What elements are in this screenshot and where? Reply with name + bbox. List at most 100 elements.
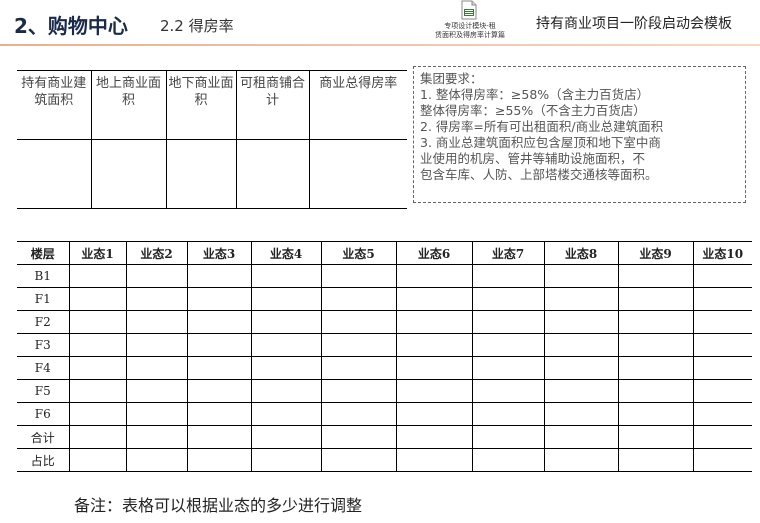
floor-header-cell: 业态10 (692, 241, 752, 265)
floor-value-cell[interactable] (250, 264, 322, 288)
floor-value-cell[interactable] (692, 287, 752, 311)
floor-value-cell[interactable] (186, 310, 252, 334)
floor-value-cell[interactable] (543, 287, 619, 311)
floor-value-cell[interactable] (617, 264, 694, 288)
floor-value-cell[interactable] (186, 356, 252, 380)
floor-value-cell[interactable] (68, 264, 127, 288)
floor-value-cell[interactable] (692, 448, 752, 472)
floor-value-cell[interactable] (543, 264, 619, 288)
floor-value-cell[interactable] (395, 287, 473, 311)
floor-value-cell[interactable] (250, 379, 322, 403)
floor-value-cell[interactable] (125, 402, 188, 426)
floor-value-cell[interactable] (68, 356, 127, 380)
floor-value-cell[interactable] (125, 264, 188, 288)
floor-value-cell[interactable] (320, 310, 397, 334)
floor-value-cell[interactable] (250, 287, 322, 311)
floor-value-cell[interactable] (68, 333, 127, 357)
floor-value-cell[interactable] (395, 264, 473, 288)
floor-value-cell[interactable] (186, 448, 252, 472)
floor-value-cell[interactable] (320, 448, 397, 472)
floor-value-cell[interactable] (471, 264, 545, 288)
floor-value-cell[interactable] (186, 425, 252, 449)
floor-value-cell[interactable] (320, 379, 397, 403)
floor-value-cell[interactable] (617, 356, 694, 380)
floor-value-cell[interactable] (543, 310, 619, 334)
floor-value-cell[interactable] (186, 287, 252, 311)
floor-value-cell[interactable] (186, 402, 252, 426)
table-row: F2 (17, 310, 752, 334)
floor-value-cell[interactable] (617, 425, 694, 449)
floor-value-cell[interactable] (320, 425, 397, 449)
floor-value-cell[interactable] (692, 356, 752, 380)
floor-value-cell[interactable] (68, 448, 127, 472)
floor-value-cell[interactable] (617, 310, 694, 334)
area-value-cell[interactable] (235, 139, 310, 209)
floor-value-cell[interactable] (186, 333, 252, 357)
floor-value-cell[interactable] (395, 402, 473, 426)
floor-value-cell[interactable] (250, 310, 322, 334)
floor-value-cell[interactable] (692, 264, 752, 288)
floor-value-cell[interactable] (395, 425, 473, 449)
floor-value-cell[interactable] (68, 310, 127, 334)
area-value-cell[interactable] (308, 139, 407, 209)
floor-value-cell[interactable] (125, 379, 188, 403)
floor-value-cell[interactable] (395, 310, 473, 334)
floor-value-cell[interactable] (320, 356, 397, 380)
floor-value-cell[interactable] (692, 379, 752, 403)
floor-value-cell[interactable] (250, 333, 322, 357)
floor-value-cell[interactable] (125, 425, 188, 449)
floor-value-cell[interactable] (320, 264, 397, 288)
floor-value-cell[interactable] (471, 287, 545, 311)
floor-value-cell[interactable] (617, 333, 694, 357)
floor-value-cell[interactable] (250, 356, 322, 380)
floor-value-cell[interactable] (543, 356, 619, 380)
floor-value-cell[interactable] (471, 402, 545, 426)
floor-value-cell[interactable] (617, 287, 694, 311)
floor-value-cell[interactable] (617, 448, 694, 472)
floor-value-cell[interactable] (543, 333, 619, 357)
floor-value-cell[interactable] (125, 333, 188, 357)
document-icon[interactable] (460, 0, 478, 20)
area-value-cell[interactable] (165, 139, 237, 209)
table-row: F1 (17, 287, 752, 311)
attachment-caption[interactable]: 专项设计模块-租 赁面积及得房率计算篇 (430, 22, 510, 40)
floor-value-cell[interactable] (320, 402, 397, 426)
floor-value-cell[interactable] (395, 356, 473, 380)
floor-value-cell[interactable] (692, 425, 752, 449)
floor-value-cell[interactable] (68, 425, 127, 449)
floor-value-cell[interactable] (125, 287, 188, 311)
floor-value-cell[interactable] (68, 287, 127, 311)
floor-value-cell[interactable] (125, 448, 188, 472)
area-value-cell[interactable] (17, 139, 92, 209)
floor-value-cell[interactable] (125, 356, 188, 380)
floor-value-cell[interactable] (250, 402, 322, 426)
floor-value-cell[interactable] (320, 333, 397, 357)
floor-value-cell[interactable] (471, 448, 545, 472)
floor-value-cell[interactable] (186, 379, 252, 403)
floor-value-cell[interactable] (692, 333, 752, 357)
floor-value-cell[interactable] (395, 448, 473, 472)
floor-value-cell[interactable] (471, 356, 545, 380)
floor-value-cell[interactable] (395, 333, 473, 357)
floor-value-cell[interactable] (250, 425, 322, 449)
floor-value-cell[interactable] (543, 448, 619, 472)
floor-value-cell[interactable] (543, 379, 619, 403)
floor-value-cell[interactable] (471, 310, 545, 334)
floor-value-cell[interactable] (471, 333, 545, 357)
floor-value-cell[interactable] (543, 402, 619, 426)
floor-value-cell[interactable] (395, 379, 473, 403)
floor-value-cell[interactable] (543, 425, 619, 449)
floor-value-cell[interactable] (125, 310, 188, 334)
floor-value-cell[interactable] (471, 379, 545, 403)
floor-value-cell[interactable] (692, 310, 752, 334)
floor-value-cell[interactable] (617, 402, 694, 426)
area-value-cell[interactable] (90, 139, 167, 209)
floor-value-cell[interactable] (68, 402, 127, 426)
floor-value-cell[interactable] (692, 402, 752, 426)
floor-value-cell[interactable] (471, 425, 545, 449)
floor-value-cell[interactable] (320, 287, 397, 311)
floor-value-cell[interactable] (617, 379, 694, 403)
floor-value-cell[interactable] (68, 379, 127, 403)
floor-value-cell[interactable] (186, 264, 252, 288)
floor-value-cell[interactable] (250, 448, 322, 472)
